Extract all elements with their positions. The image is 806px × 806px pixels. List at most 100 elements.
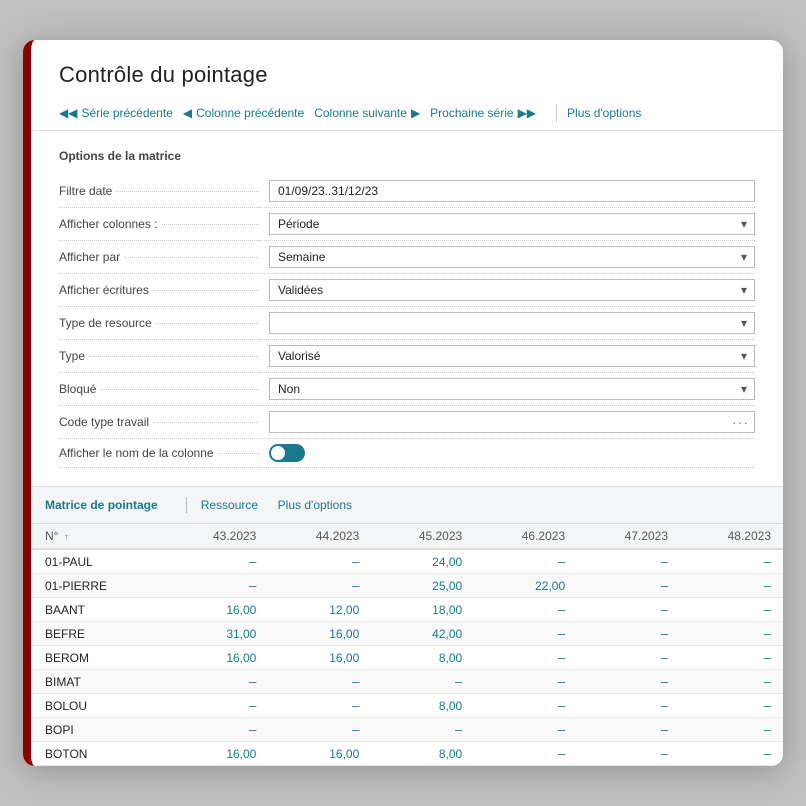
cell-id: BOPI	[31, 718, 165, 742]
plus-options-button[interactable]: Plus d'options	[567, 104, 651, 122]
dash-icon: –	[661, 554, 668, 569]
cell-value: –	[474, 598, 577, 622]
dash-icon: –	[249, 554, 256, 569]
cell-value: –	[680, 670, 783, 694]
cell-value: 16,00	[268, 622, 371, 646]
cell-value: –	[268, 574, 371, 598]
tab-ressource[interactable]: Ressource	[201, 498, 258, 512]
section-title: Options de la matrice	[59, 149, 755, 163]
matrix-table: N° ↑ 43.2023 44.2023 45.2023 46.2023 47.…	[31, 524, 783, 766]
dash-icon: –	[558, 722, 565, 737]
toggle-slider	[269, 444, 305, 462]
afficher-nom-colonne-toggle[interactable]	[269, 444, 305, 462]
afficher-ecritures-select[interactable]: Validées Toutes Non validées	[269, 279, 755, 301]
afficher-par-field: Semaine Mois Période	[259, 241, 755, 274]
toolbar: ◀◀ Série précédente ◀ Colonne précédente…	[31, 98, 783, 131]
cell-value: –	[577, 718, 680, 742]
afficher-par-label: Afficher par	[59, 241, 259, 274]
code-type-travail-label: Code type travail	[59, 406, 259, 439]
dash-icon: –	[661, 746, 668, 761]
tab-matrice-pointage[interactable]: Matrice de pointage	[45, 498, 172, 512]
cell-value: –	[474, 622, 577, 646]
main-window: Contrôle du pointage ◀◀ Série précédente…	[23, 40, 783, 766]
dash-icon: –	[661, 698, 668, 713]
dash-icon: –	[764, 674, 771, 689]
bloque-select[interactable]: Non Oui	[269, 378, 755, 400]
afficher-colonnes-select[interactable]: Période Semaine Mois	[269, 213, 755, 235]
cell-value: –	[268, 670, 371, 694]
type-wrapper: Valorisé Non valorisé	[269, 345, 755, 367]
table-row: BEROM16,0016,008,00–––	[31, 646, 783, 670]
cell-value: 8,00	[371, 694, 474, 718]
afficher-par-select[interactable]: Semaine Mois Période	[269, 246, 755, 268]
afficher-colonnes-label: Afficher colonnes :	[59, 208, 259, 241]
cell-id: BAANT	[31, 598, 165, 622]
afficher-nom-colonne-label: Afficher le nom de la colonne	[59, 439, 259, 468]
dash-icon: –	[352, 578, 359, 593]
double-left-arrow-icon: ◀◀	[59, 106, 77, 120]
dash-icon: –	[352, 698, 359, 713]
cell-value: –	[371, 670, 474, 694]
cell-value: –	[474, 646, 577, 670]
cell-id: BEFRE	[31, 622, 165, 646]
cell-value: 16,00	[165, 742, 268, 766]
cell-value: –	[577, 549, 680, 574]
code-type-travail-input[interactable]	[269, 411, 755, 433]
afficher-ecritures-field: Validées Toutes Non validées	[259, 274, 755, 307]
cell-value: –	[474, 694, 577, 718]
col-header-47: 47.2023	[577, 524, 680, 549]
cell-value: –	[577, 598, 680, 622]
cell-value: –	[165, 670, 268, 694]
cell-value: –	[165, 694, 268, 718]
cell-value: –	[371, 718, 474, 742]
cell-value: –	[680, 742, 783, 766]
cell-value: –	[474, 742, 577, 766]
cell-value: 8,00	[371, 646, 474, 670]
cell-value: 16,00	[165, 598, 268, 622]
type-field: Valorisé Non valorisé	[259, 340, 755, 373]
afficher-par-wrapper: Semaine Mois Période	[269, 246, 755, 268]
table-header-row: N° ↑ 43.2023 44.2023 45.2023 46.2023 47.…	[31, 524, 783, 549]
col-header-44: 44.2023	[268, 524, 371, 549]
table-row: BOTON16,0016,008,00–––	[31, 742, 783, 766]
tab-plus-options[interactable]: Plus d'options	[278, 498, 352, 512]
serie-precedente-button[interactable]: ◀◀ Série précédente	[59, 104, 183, 122]
type-select[interactable]: Valorisé Non valorisé	[269, 345, 755, 367]
colonne-precedente-button[interactable]: ◀ Colonne précédente	[183, 104, 314, 122]
cell-value: 16,00	[268, 646, 371, 670]
cell-id: 01-PIERRE	[31, 574, 165, 598]
colonne-suivante-button[interactable]: Colonne suivante ▶	[314, 104, 430, 122]
cell-value: –	[268, 549, 371, 574]
dash-icon: –	[558, 650, 565, 665]
dash-icon: –	[558, 746, 565, 761]
cell-value: 8,00	[371, 742, 474, 766]
prochaine-serie-button[interactable]: Prochaine série ▶▶	[430, 104, 546, 122]
dash-icon: –	[764, 626, 771, 641]
dash-icon: –	[558, 698, 565, 713]
code-type-travail-wrapper	[269, 411, 755, 433]
cell-value: –	[680, 622, 783, 646]
cell-value: –	[165, 574, 268, 598]
cell-id: BEROM	[31, 646, 165, 670]
bloque-wrapper: Non Oui	[269, 378, 755, 400]
cell-id: BIMAT	[31, 670, 165, 694]
table-row: BAANT16,0012,0018,00–––	[31, 598, 783, 622]
table-toolbar: Matrice de pointage Ressource Plus d'opt…	[31, 487, 783, 524]
table-toolbar-separator	[186, 497, 187, 513]
filtre-date-input[interactable]	[269, 180, 755, 202]
dash-icon: –	[764, 602, 771, 617]
cell-value: –	[680, 646, 783, 670]
type-resource-select[interactable]: Humain Machine	[269, 312, 755, 334]
cell-value: –	[680, 574, 783, 598]
cell-value: 22,00	[474, 574, 577, 598]
dash-icon: –	[249, 722, 256, 737]
cell-value: –	[474, 549, 577, 574]
type-label: Type	[59, 340, 259, 373]
dash-icon: –	[764, 554, 771, 569]
toolbar-separator	[556, 104, 557, 122]
bloque-field: Non Oui	[259, 373, 755, 406]
col-header-id[interactable]: N° ↑	[31, 524, 165, 549]
dash-icon: –	[558, 626, 565, 641]
table-row: 01-PAUL––24,00–––	[31, 549, 783, 574]
cell-value: 18,00	[371, 598, 474, 622]
